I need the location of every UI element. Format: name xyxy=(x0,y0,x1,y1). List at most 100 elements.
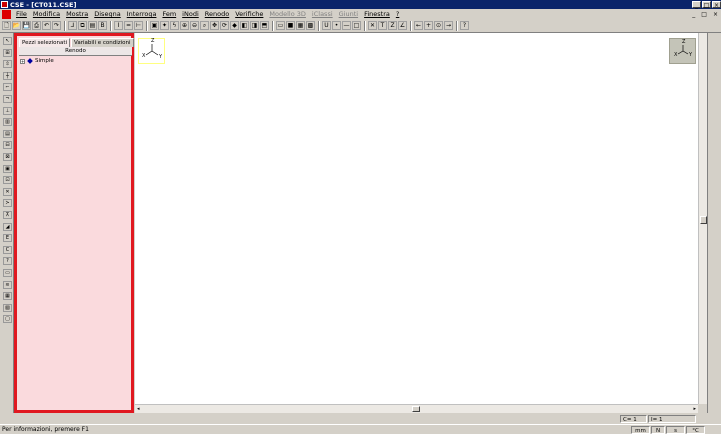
drawing-canvas[interactable]: Z X Y Z X Y xyxy=(135,33,698,404)
node-icon[interactable]: ⅃ xyxy=(68,21,77,30)
tool-6-icon[interactable]: ¬ xyxy=(3,95,12,103)
menu-inodi[interactable]: iNodi xyxy=(179,10,202,18)
tool-22-icon[interactable]: ≋ xyxy=(3,280,12,289)
tool-9-icon[interactable]: ▤ xyxy=(3,129,12,138)
arrow-left-icon[interactable]: ← xyxy=(414,21,423,30)
child-restore-button[interactable]: □ xyxy=(698,11,710,18)
brace-icon[interactable]: ⊢ xyxy=(134,21,143,30)
wand-icon[interactable]: ✦ xyxy=(160,21,169,30)
tool-21-icon[interactable]: ▭ xyxy=(3,269,12,277)
open-file-icon[interactable]: 📂 xyxy=(12,21,21,30)
child-close-button[interactable]: × xyxy=(710,11,721,18)
arrow-right-icon[interactable]: → xyxy=(444,21,453,30)
view-3d-icon[interactable]: ◆ xyxy=(230,21,239,30)
bold-icon[interactable]: B xyxy=(98,21,107,30)
vertical-scrollbar[interactable] xyxy=(698,33,707,404)
tool-5-icon[interactable]: ⌐ xyxy=(3,83,12,92)
help-icon[interactable]: ? xyxy=(460,21,469,30)
document-icon[interactable] xyxy=(2,9,11,19)
tool-24-icon[interactable]: ▧ xyxy=(3,303,12,312)
zoom-window-icon[interactable]: ⌕ xyxy=(200,21,209,30)
menu-modello-3d[interactable]: Modello 3D xyxy=(266,10,309,18)
pan-icon[interactable]: ✥ xyxy=(210,21,219,30)
t-icon[interactable]: T xyxy=(378,21,387,30)
target-icon[interactable]: ⊙ xyxy=(434,21,443,30)
tool-12-icon[interactable]: ▣ xyxy=(3,164,12,173)
plus-icon[interactable]: + xyxy=(424,21,433,30)
view-front-icon[interactable]: ◧ xyxy=(240,21,249,30)
menu-verifiche[interactable]: Verifiche xyxy=(232,10,266,18)
menu-[interactable]: ? xyxy=(393,10,402,18)
redo-icon[interactable]: ↷ xyxy=(52,21,61,30)
minimize-button[interactable]: _ xyxy=(692,1,701,9)
line-icon[interactable]: — xyxy=(342,21,351,30)
tree-item[interactable]: + Simple xyxy=(20,58,54,64)
node-move-icon[interactable]: ⇳ xyxy=(3,60,12,69)
z-icon[interactable]: Z xyxy=(388,21,397,30)
tool-7-icon[interactable]: ⊥ xyxy=(3,106,12,115)
close-button[interactable]: × xyxy=(712,1,721,9)
render-icon[interactable]: ▭ xyxy=(276,21,285,30)
delete-icon[interactable]: ✕ xyxy=(368,21,377,30)
tool-20-icon[interactable]: ? xyxy=(3,257,12,266)
scroll-left-icon[interactable]: ◂ xyxy=(137,406,140,412)
tool-16-icon[interactable]: ⊼ xyxy=(3,211,12,219)
tool-23-icon[interactable]: ▦ xyxy=(3,292,12,301)
child-minimize-button[interactable]: _ xyxy=(689,11,698,18)
tool-25-icon[interactable]: ▢ xyxy=(3,315,12,324)
menu-file[interactable]: File xyxy=(13,10,30,18)
tool-11-icon[interactable]: ⊠ xyxy=(3,153,12,161)
tool-19-icon[interactable]: C xyxy=(3,245,12,254)
main-toolbar: 🗋 📂 💾 ⎙ ↶ ↷ ⅃ ⧉ ▤ B I ═ ⊢ ▣ ✦ ϟ ⊕ ⊖ ⌕ ✥ ⟳ ◆ ◧ ◨ ⬒ ▭ ■ ▦ ▩ U • — □ ✕ T Z ∠ ← + ⊙… xyxy=(0,19,721,33)
angle-icon[interactable]: ∠ xyxy=(398,21,407,30)
u-icon[interactable]: U xyxy=(322,21,331,30)
menu-modifica[interactable]: Modifica xyxy=(30,10,63,18)
tool-13-icon[interactable]: ⊡ xyxy=(3,176,12,185)
horizontal-scroll-thumb[interactable] xyxy=(412,406,420,412)
solid-icon[interactable]: ■ xyxy=(286,21,295,30)
horizontal-scrollbar[interactable]: ◂ ▸ xyxy=(135,404,698,413)
page-icon[interactable]: ▤ xyxy=(88,21,97,30)
tool-10-icon[interactable]: ⊟ xyxy=(3,141,12,150)
menu-fem[interactable]: Fem xyxy=(159,10,179,18)
menu-renodo[interactable]: Renodo xyxy=(202,10,232,18)
menu-finestra[interactable]: Finestra xyxy=(361,10,393,18)
tool-8-icon[interactable]: ▥ xyxy=(3,118,12,127)
menu-iclassi[interactable]: iClassi xyxy=(309,10,336,18)
expand-icon[interactable]: + xyxy=(20,58,25,64)
tab-variabili-condizioni[interactable]: Variabili e condizioni xyxy=(71,38,134,47)
vertical-scroll-thumb[interactable] xyxy=(700,216,707,224)
point-icon[interactable]: • xyxy=(332,21,341,30)
tool-15-icon[interactable]: ≻ xyxy=(3,199,12,208)
column-icon[interactable]: I xyxy=(114,21,123,30)
rect-icon[interactable]: □ xyxy=(352,21,361,30)
select-icon[interactable]: ↖ xyxy=(3,37,12,45)
save-icon[interactable]: 💾 xyxy=(22,21,31,30)
scroll-right-icon[interactable]: ▸ xyxy=(693,406,696,412)
menu-mostra[interactable]: Mostra xyxy=(63,10,91,18)
wire-icon[interactable]: ▦ xyxy=(296,21,305,30)
new-file-icon[interactable]: 🗋 xyxy=(2,21,11,30)
print-icon[interactable]: ⎙ xyxy=(32,21,41,30)
zoom-out-icon[interactable]: ⊖ xyxy=(190,21,199,30)
maximize-button[interactable]: □ xyxy=(702,1,711,9)
tool-14-icon[interactable]: ✕ xyxy=(3,187,12,196)
undo-icon[interactable]: ↶ xyxy=(42,21,51,30)
tab-renodo[interactable]: Renodo xyxy=(19,47,132,56)
rotate-icon[interactable]: ⟳ xyxy=(220,21,229,30)
tool-17-icon[interactable]: ◢ xyxy=(3,222,12,231)
zoom-in-icon[interactable]: ⊕ xyxy=(180,21,189,30)
view-side-icon[interactable]: ◨ xyxy=(250,21,259,30)
beam-icon[interactable]: ═ xyxy=(124,21,133,30)
tool-18-icon[interactable]: E xyxy=(3,234,12,243)
menu-interroga[interactable]: Interroga xyxy=(124,10,160,18)
menu-giunti[interactable]: Giunti xyxy=(336,10,361,18)
mesh-icon[interactable]: ▩ xyxy=(306,21,315,30)
bolt-icon[interactable]: ϟ xyxy=(170,21,179,30)
copy-icon[interactable]: ⧉ xyxy=(78,21,87,30)
node-add-icon[interactable]: ⊞ xyxy=(3,48,12,57)
menu-disegna[interactable]: Disegna xyxy=(91,10,123,18)
beam-add-icon[interactable]: ┼ xyxy=(3,71,12,80)
view-top-icon[interactable]: ⬒ xyxy=(260,21,269,30)
screen-icon[interactable]: ▣ xyxy=(150,21,159,30)
